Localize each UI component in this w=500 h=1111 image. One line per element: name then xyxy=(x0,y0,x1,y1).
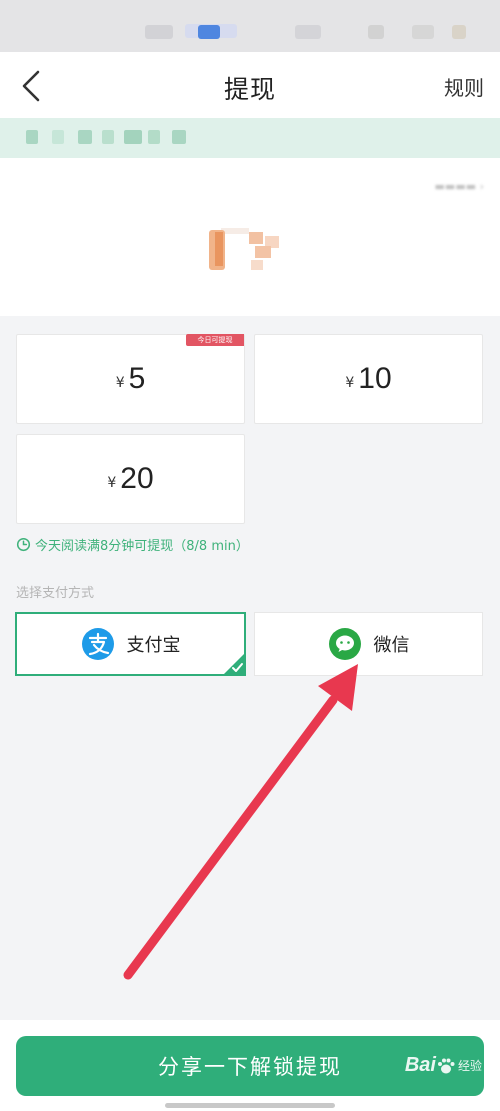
watermark-brand: Bai xyxy=(404,1054,436,1076)
clock-icon xyxy=(16,537,31,552)
currency-symbol: ¥ xyxy=(345,375,355,391)
home-indicator[interactable] xyxy=(165,1103,335,1108)
status-bar xyxy=(0,0,500,52)
paw-icon xyxy=(437,1058,455,1073)
status-blur xyxy=(295,25,321,39)
notice-bar xyxy=(0,118,500,158)
payment-section-label: 选择支付方式 xyxy=(16,586,95,601)
wechat-icon xyxy=(328,628,361,660)
notice-blur xyxy=(78,130,92,144)
baidu-watermark: Bai 经验 xyxy=(405,1054,482,1077)
read-time-tip: 今天阅读满8分钟可提现（8/8 min） xyxy=(16,535,249,554)
balance-detail-link[interactable]: ▬▬▬▬ › xyxy=(435,180,484,193)
watermark-suffix: 经验 xyxy=(457,1059,482,1073)
alipay-icon xyxy=(81,628,114,660)
payment-label: 支付宝 xyxy=(126,635,181,656)
amount-value: 10 xyxy=(358,362,392,395)
balance-amount-blurred xyxy=(209,228,279,270)
status-blur xyxy=(368,25,384,39)
amount-option-20[interactable]: ¥ 20 xyxy=(16,434,245,524)
amount-option-10[interactable]: ¥ 10 xyxy=(254,334,483,424)
status-blur xyxy=(452,25,466,39)
payment-option-wechat[interactable]: 微信 xyxy=(254,612,483,676)
notice-blur xyxy=(26,130,38,144)
amount-option-5[interactable]: 今日可提现 ¥ 5 xyxy=(16,334,245,424)
payment-option-alipay[interactable]: 支付宝 xyxy=(15,612,246,676)
read-tip-text: 今天阅读满8分钟可提现（8/8 min） xyxy=(35,539,249,554)
notice-blur xyxy=(102,130,114,144)
status-blur xyxy=(198,25,220,39)
payment-label: 微信 xyxy=(373,635,410,656)
amount-value: 20 xyxy=(120,462,154,495)
status-blur xyxy=(145,25,173,39)
notice-blur xyxy=(172,130,186,144)
currency-symbol: ¥ xyxy=(115,375,125,391)
header-bar: 提现 规则 xyxy=(0,52,500,118)
today-badge: 今日可提现 xyxy=(186,334,244,346)
status-blur xyxy=(412,25,434,39)
rules-link[interactable]: 规则 xyxy=(444,72,484,101)
notice-blur xyxy=(124,130,142,144)
page-title: 提现 xyxy=(223,75,276,104)
notice-blur xyxy=(52,130,64,144)
currency-symbol: ¥ xyxy=(107,475,117,491)
balance-card: ▬▬▬▬ › xyxy=(0,158,500,316)
notice-blur xyxy=(148,130,160,144)
amount-value: 5 xyxy=(128,362,146,395)
selected-check-icon xyxy=(222,652,246,676)
